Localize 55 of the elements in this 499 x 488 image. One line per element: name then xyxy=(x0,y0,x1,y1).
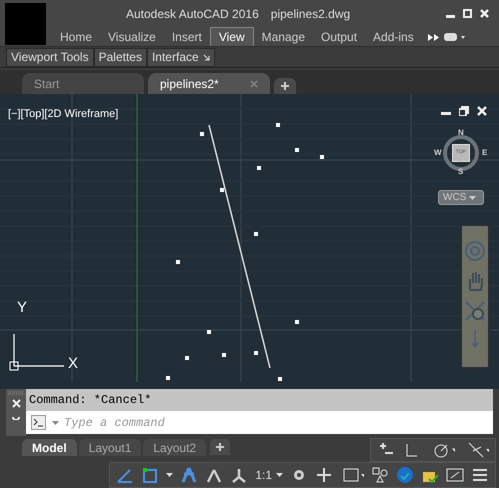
compass-east[interactable]: E xyxy=(482,147,488,159)
ribbon-tab[interactable]: Output xyxy=(313,27,366,46)
close-icon[interactable] xyxy=(477,106,487,116)
window-title: Autodesk AutoCAD 2016 xyxy=(126,6,259,22)
file-tab[interactable]: Start xyxy=(22,73,144,94)
caret-icon xyxy=(276,473,283,477)
auto-scale-icon[interactable] xyxy=(230,466,248,484)
ribbon-panel-tab[interactable]: Interface xyxy=(146,48,215,66)
fullscreen-icon[interactable] xyxy=(446,466,464,484)
ribbon-panel-tab[interactable]: Viewport Tools xyxy=(6,48,94,66)
grip-icon xyxy=(7,391,25,395)
y-axis-label: Y xyxy=(17,300,28,315)
restore-icon[interactable] xyxy=(459,106,469,116)
minimize-ribbon-icon[interactable] xyxy=(444,32,466,42)
compass-north[interactable]: N xyxy=(458,127,464,139)
ribbon-tab[interactable]: Add-ins xyxy=(365,27,422,46)
shapes-icon[interactable] xyxy=(371,466,389,484)
prompt-icon xyxy=(31,415,47,430)
viewport-controls-label[interactable]: [−][Top][2D Wireframe] xyxy=(8,106,118,122)
caret-icon xyxy=(469,196,476,200)
ribbon-tab[interactable]: Insert xyxy=(164,27,210,46)
isolate-objects-icon[interactable] xyxy=(396,466,414,484)
annotation-scale-dropdown[interactable]: 1:1 xyxy=(255,466,283,484)
ribbon-panel-tab[interactable]: Palettes xyxy=(94,48,147,66)
ribbon-tab[interactable]: Visualize xyxy=(100,27,164,46)
caret-icon xyxy=(166,473,174,477)
menu-icon[interactable] xyxy=(471,466,489,484)
plus-icon xyxy=(281,82,289,90)
plus-icon[interactable] xyxy=(315,466,333,484)
command-input[interactable]: Type a command xyxy=(26,411,493,434)
ribbon-tab[interactable]: Manage xyxy=(254,27,314,46)
command-history: Command: *Cancel* xyxy=(26,389,493,411)
layout-tab[interactable]: Model xyxy=(22,438,77,456)
command-line-grip[interactable] xyxy=(6,389,26,436)
file-tab[interactable]: pipelines2* xyxy=(148,73,270,94)
layout-tab[interactable]: Layout1 xyxy=(78,438,142,456)
command-field[interactable]: Type a command xyxy=(64,414,488,432)
new-layout-button[interactable] xyxy=(210,439,230,455)
close-icon[interactable] xyxy=(480,9,489,18)
ribbon-tab[interactable]: Home xyxy=(52,27,100,46)
snap-square-icon[interactable] xyxy=(141,466,160,484)
compass-south[interactable]: S xyxy=(458,166,464,178)
compass-west[interactable]: W xyxy=(434,147,442,159)
plus-icon xyxy=(216,443,224,451)
close-icon[interactable] xyxy=(12,399,20,408)
layout-tab[interactable]: Layout2 xyxy=(143,438,206,456)
caret-icon xyxy=(52,420,59,424)
compass-ring-icon[interactable] xyxy=(441,133,481,173)
new-tab-button[interactable] xyxy=(274,78,296,94)
more-tabs-icon[interactable] xyxy=(428,34,440,41)
x-axis-label: X xyxy=(68,356,78,371)
annotation-figure-icon[interactable] xyxy=(180,466,198,484)
ribbon-tab[interactable]: View xyxy=(210,27,254,46)
maximize-icon[interactable] xyxy=(463,9,472,18)
document-name: pipelines2.dwg xyxy=(270,6,350,22)
